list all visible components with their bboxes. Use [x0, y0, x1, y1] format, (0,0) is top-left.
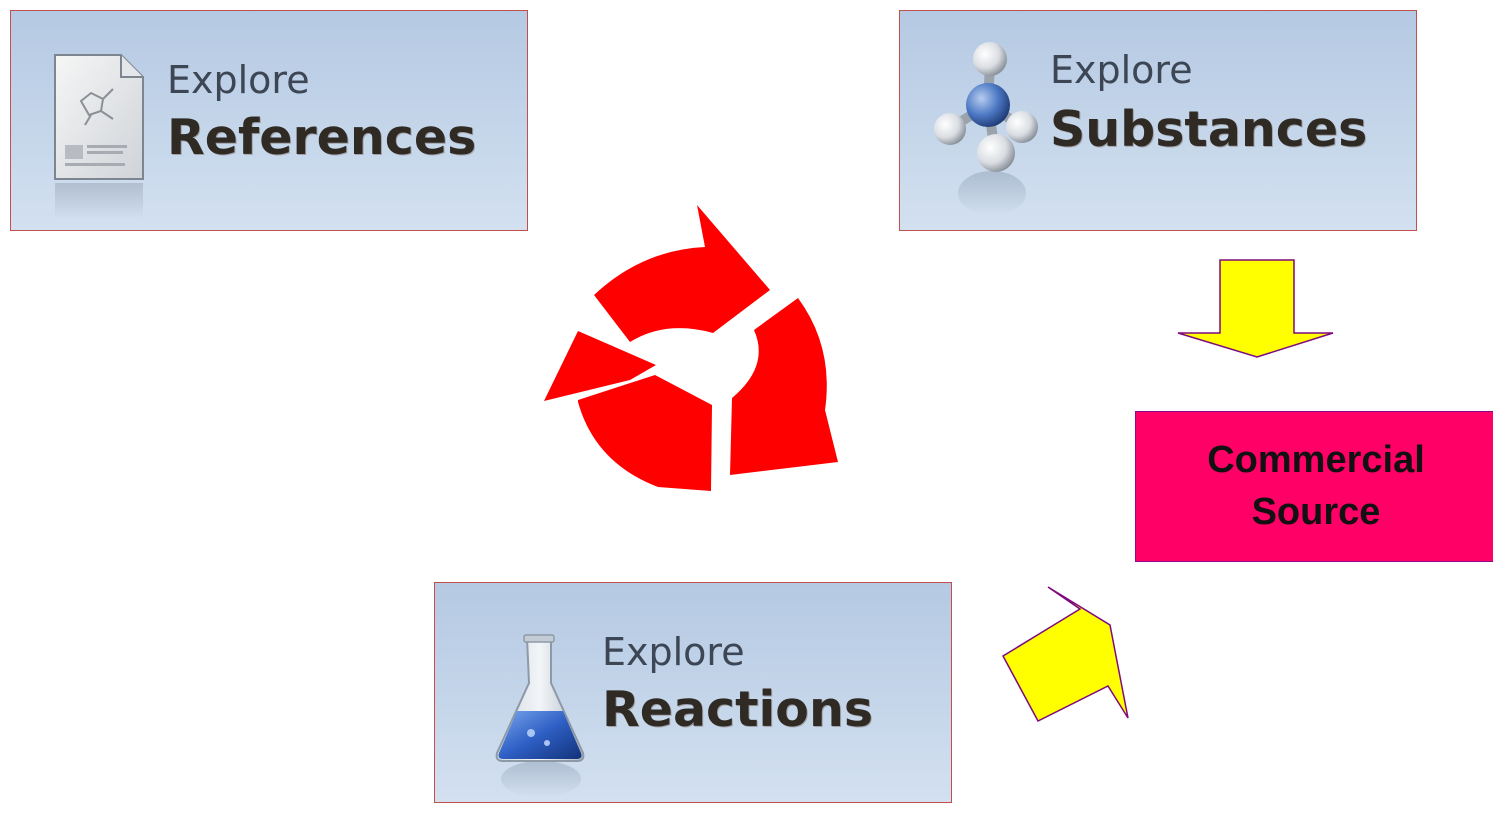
down-arrow-icon [1177, 259, 1334, 358]
up-right-arrow-icon [1002, 586, 1129, 722]
arrows-layer [544, 205, 1334, 722]
cycle-arrows-icon [544, 205, 838, 491]
